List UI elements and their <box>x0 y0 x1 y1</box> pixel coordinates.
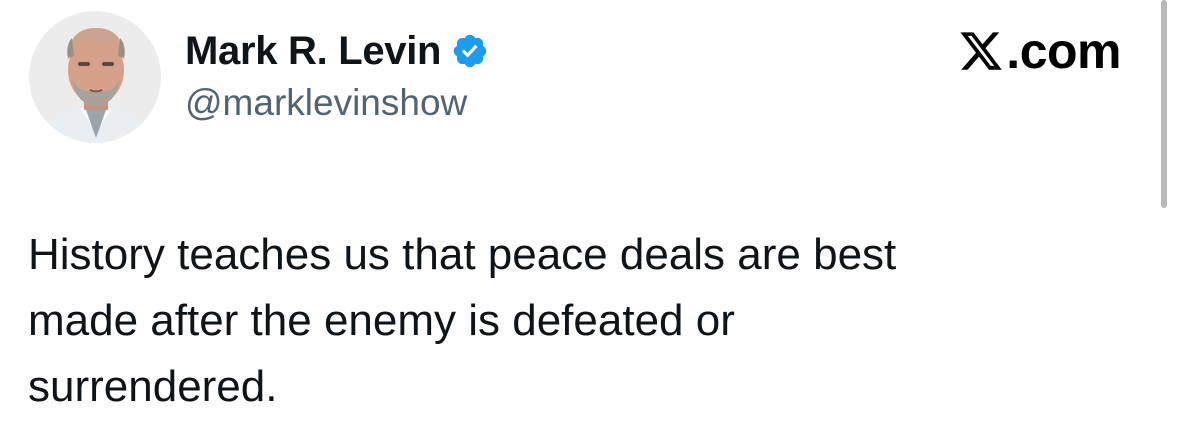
author-row: Mark R. Levin <box>185 26 489 76</box>
x-brand: .com <box>958 22 1121 80</box>
tweet-card: Mark R. Levin @marklevinshow .com Histor… <box>0 0 1179 448</box>
scrollbar[interactable] <box>1161 0 1167 208</box>
avatar[interactable] <box>29 11 161 143</box>
author-handle[interactable]: @marklevinshow <box>185 80 467 126</box>
display-name[interactable]: Mark R. Levin <box>185 26 441 76</box>
profile-photo-icon <box>30 12 160 142</box>
x-logo-icon <box>960 32 1003 70</box>
brand-domain: .com <box>1006 23 1121 79</box>
verified-badge-icon <box>453 34 487 68</box>
tweet-text: History teaches us that peace deals are … <box>28 230 897 411</box>
